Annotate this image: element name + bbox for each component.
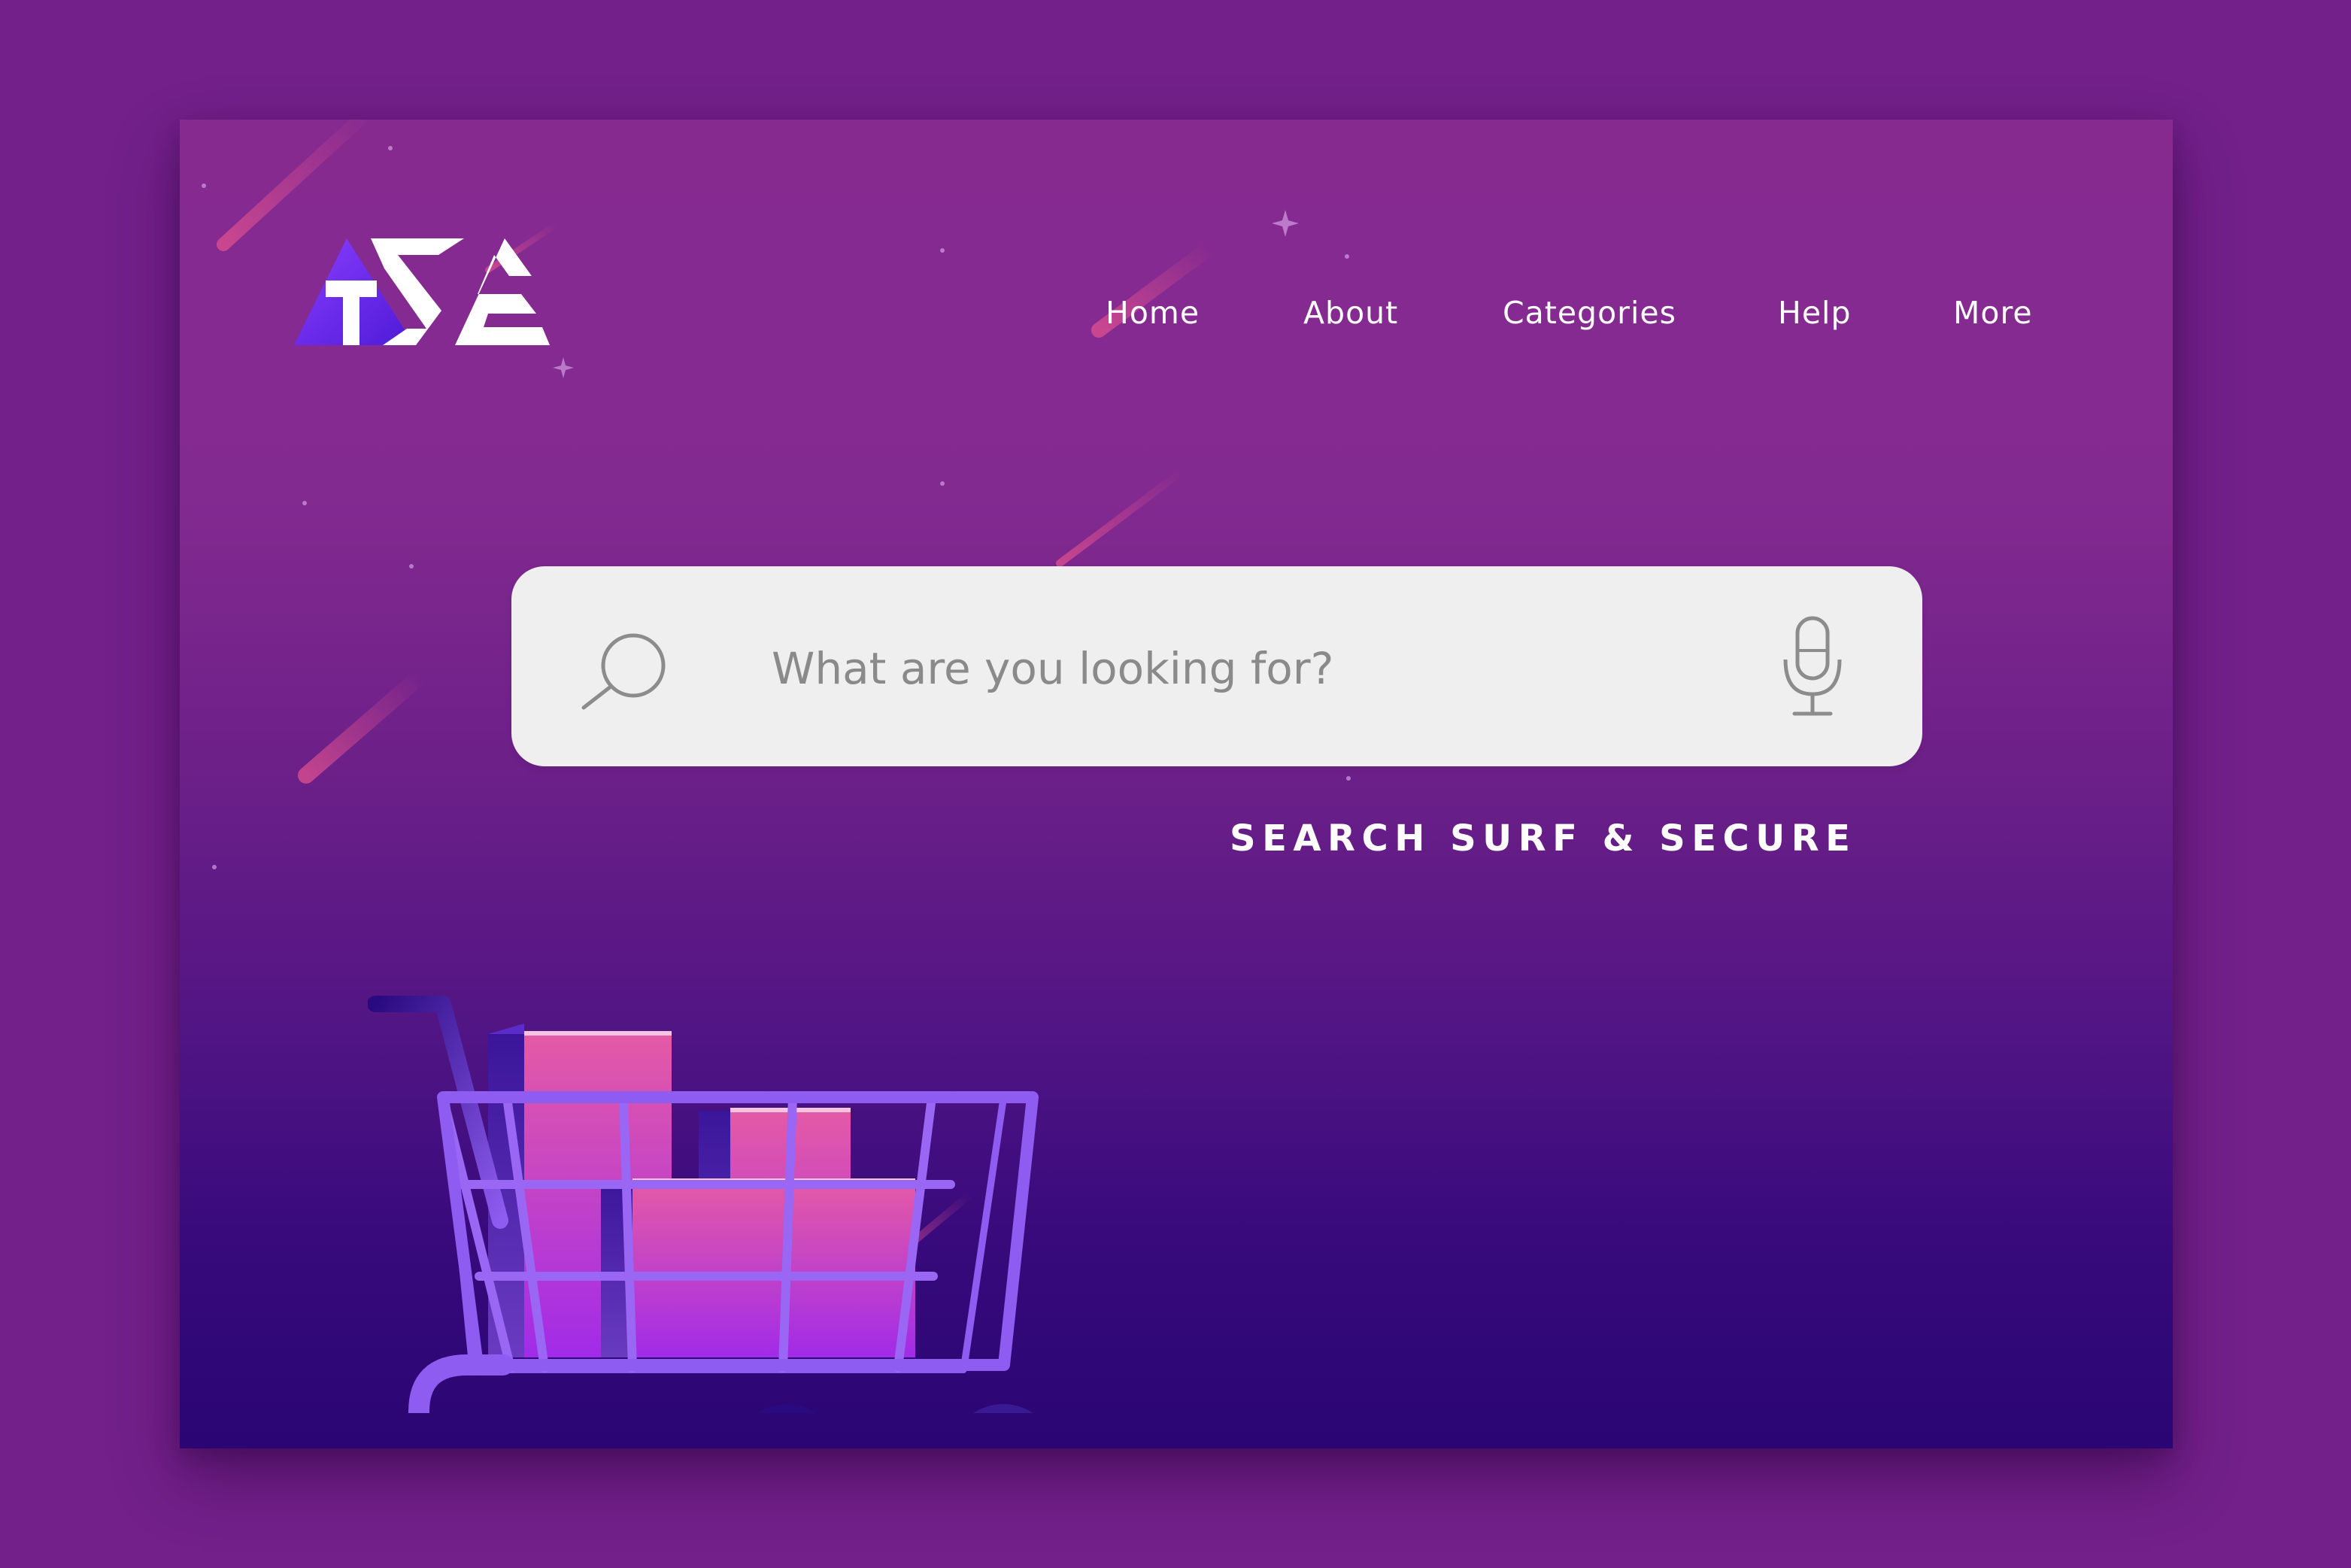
tagline: SEARCH SURF & SECURE	[1230, 817, 1857, 860]
shopping-cart-illustration	[368, 996, 1039, 1413]
search-icon[interactable]	[581, 632, 668, 711]
search-input[interactable]	[772, 638, 1749, 699]
nav-item-more[interactable]: More	[1953, 295, 2033, 331]
landing-page: Home About Categories Help More SEARCH S…	[180, 120, 2173, 1448]
outer-background: Home About Categories Help More SEARCH S…	[0, 0, 2351, 1568]
top-navigation: Home About Categories Help More	[180, 295, 2173, 340]
cart-boxes	[488, 1024, 915, 1357]
nav-item-categories[interactable]: Categories	[1503, 295, 1676, 331]
microphone-icon[interactable]	[1782, 616, 1843, 717]
nav-item-help[interactable]: Help	[1778, 295, 1851, 331]
nav-item-about[interactable]: About	[1303, 295, 1398, 331]
search-bar[interactable]	[511, 566, 1922, 766]
cart-wheels	[756, 1404, 1033, 1413]
nav-item-home[interactable]: Home	[1106, 295, 1200, 331]
